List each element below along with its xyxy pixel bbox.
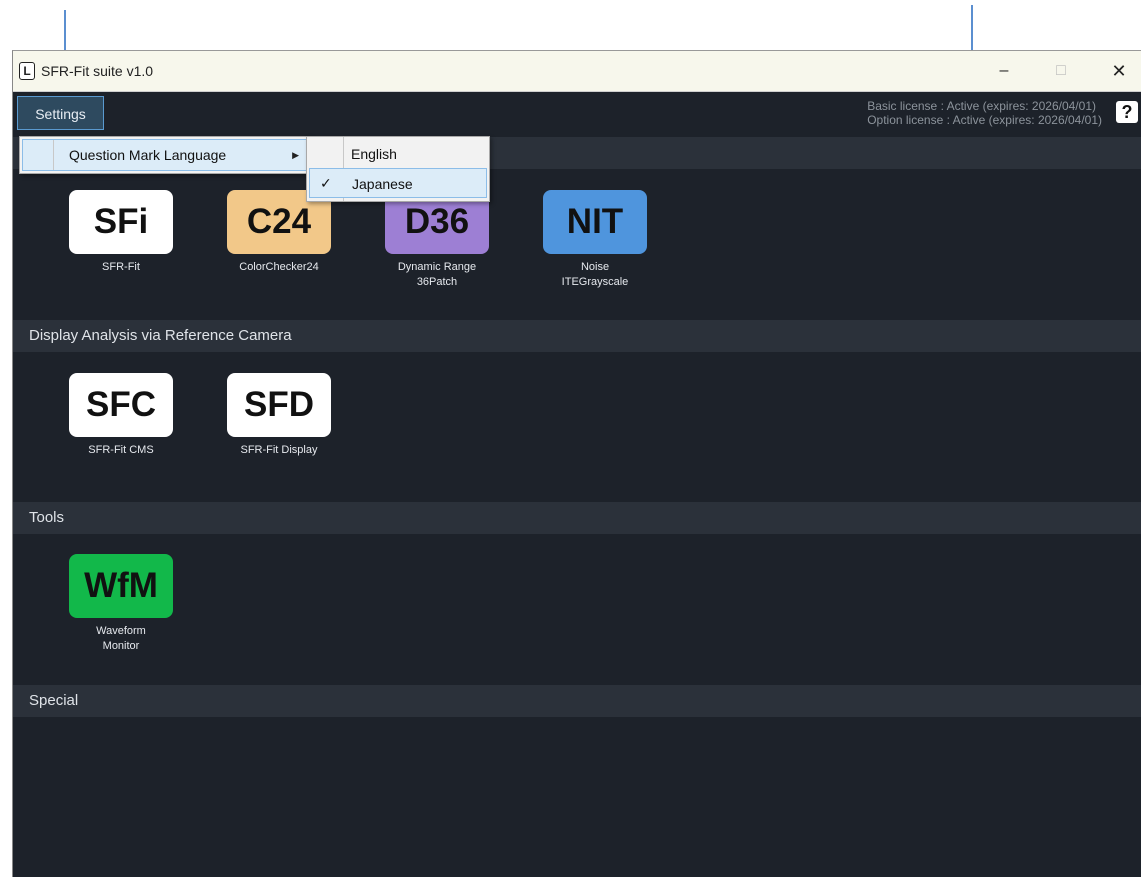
- menu-separator: [53, 140, 54, 170]
- maximize-button[interactable]: □: [1038, 51, 1084, 91]
- app-label: ColorChecker24: [239, 261, 319, 273]
- settings-menu-button[interactable]: Settings: [17, 96, 104, 130]
- app-tile-sfr-fit-display[interactable]: SFD SFR-Fit Display: [224, 373, 334, 458]
- language-submenu: English ✓ Japanese: [306, 136, 490, 202]
- app-tile-noise[interactable]: NIT Noise ITEGrayscale: [540, 190, 650, 290]
- app-label: Dynamic Range 36Patch: [397, 261, 477, 288]
- sfr-fit-cms-icon: SFC: [69, 373, 173, 437]
- noise-icon: NIT: [543, 190, 647, 254]
- waveform-monitor-icon: WfM: [69, 554, 173, 618]
- close-button[interactable]: ✕: [1096, 51, 1141, 91]
- app-tile-colorchecker24[interactable]: C24 ColorChecker24: [224, 190, 334, 275]
- menu-item-label: Japanese: [352, 176, 413, 192]
- app-label: SFR-Fit CMS: [88, 444, 154, 456]
- language-item-japanese[interactable]: ✓ Japanese: [309, 168, 487, 198]
- checkmark-icon: ✓: [320, 175, 332, 191]
- section-header-tools: Tools: [13, 502, 1141, 534]
- app-tile-sfr-fit[interactable]: SFi SFR-Fit: [66, 190, 176, 275]
- help-button[interactable]: ?: [1116, 101, 1138, 123]
- app-label: Noise ITEGrayscale: [561, 261, 629, 288]
- sfr-fit-display-icon: SFD: [227, 373, 331, 437]
- app-logo-icon: L: [19, 62, 35, 80]
- minimize-button[interactable]: –: [981, 51, 1027, 91]
- title-bar: L SFR-Fit suite v1.0 – □ ✕: [13, 51, 1141, 92]
- app-tile-dynamic-range[interactable]: D36 Dynamic Range 36Patch: [382, 190, 492, 290]
- basic-license-text: Basic license : Active (expires: 2026/04…: [867, 99, 1096, 113]
- license-status: Basic license : Active (expires: 2026/04…: [867, 99, 1102, 127]
- sfr-fit-icon: SFi: [69, 190, 173, 254]
- settings-dropdown: Question Mark Language ▶: [19, 136, 311, 174]
- app-label: Waveform Monitor: [96, 625, 146, 652]
- window-title: SFR-Fit suite v1.0: [41, 63, 154, 79]
- menu-item-label: English: [351, 146, 397, 162]
- menu-bar: Settings Basic license : Active (expires…: [13, 92, 1141, 136]
- section-header-display-analysis: Display Analysis via Reference Camera: [13, 320, 1141, 352]
- option-license-text: Option license : Active (expires: 2026/0…: [867, 113, 1102, 127]
- submenu-arrow-icon: ▶: [292, 150, 299, 160]
- question-mark-language-item[interactable]: Question Mark Language ▶: [22, 139, 308, 171]
- app-label: SFR-Fit Display: [240, 444, 318, 456]
- section-header-special: Special: [13, 685, 1141, 717]
- language-item-english[interactable]: English: [307, 139, 489, 169]
- app-window: L SFR-Fit suite v1.0 – □ ✕ Settings Basi…: [12, 50, 1141, 877]
- app-tile-waveform-monitor[interactable]: WfM Waveform Monitor: [66, 554, 176, 654]
- menu-item-label: Question Mark Language: [69, 147, 227, 163]
- app-tile-sfr-fit-cms[interactable]: SFC SFR-Fit CMS: [66, 373, 176, 458]
- app-label: SFR-Fit: [102, 261, 140, 273]
